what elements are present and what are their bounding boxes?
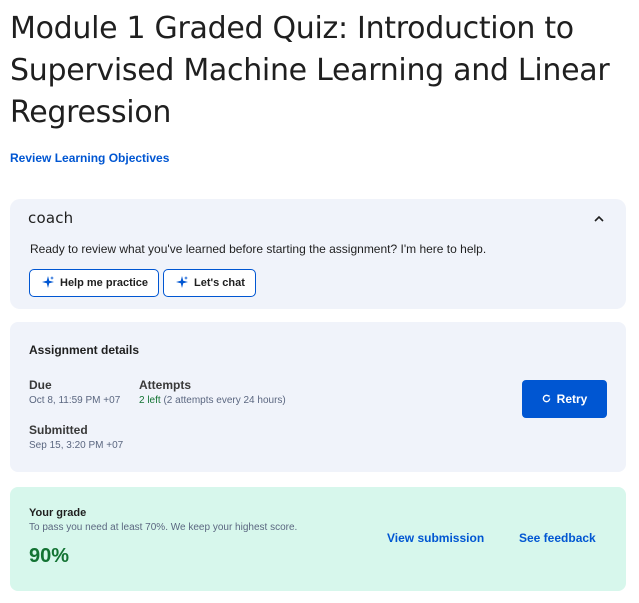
retry-button[interactable]: Retry <box>522 380 607 418</box>
coach-message: Ready to review what you've learned befo… <box>30 242 487 256</box>
help-me-practice-button[interactable]: Help me practice <box>29 269 160 297</box>
see-feedback-link[interactable]: See feedback <box>519 531 596 545</box>
view-submission-link[interactable]: View submission <box>387 531 484 545</box>
retry-label: Retry <box>556 392 588 406</box>
attempts-left: 2 left <box>139 395 161 406</box>
grade-pass-note: To pass you need at least 70%. We keep y… <box>29 522 298 533</box>
due-value: Oct 8, 11:59 PM +07 <box>29 395 121 406</box>
lets-chat-button[interactable]: Let's chat <box>163 269 256 297</box>
page-title: Module 1 Graded Quiz: Introduction to Su… <box>10 11 610 130</box>
submitted-value: Sep 15, 3:20 PM +07 <box>29 440 124 451</box>
lets-chat-label: Let's chat <box>194 277 245 289</box>
review-learning-objectives-link[interactable]: Review Learning Objectives <box>10 151 169 165</box>
attempts-info: 2 left (2 attempts every 24 hours) <box>139 395 286 406</box>
grade-value: 90% <box>29 545 70 567</box>
help-me-practice-label: Help me practice <box>60 277 149 289</box>
assignment-details-heading: Assignment details <box>29 343 140 357</box>
attempts-label: Attempts <box>139 378 192 392</box>
coach-panel: coach Ready to review what you've learne… <box>10 199 626 309</box>
refresh-icon <box>542 392 551 406</box>
attempts-note: (2 attempts every 24 hours) <box>163 395 286 406</box>
sparkle-icon <box>42 275 54 291</box>
chevron-up-icon[interactable] <box>592 211 606 225</box>
sparkle-icon <box>176 275 188 291</box>
submitted-label: Submitted <box>29 423 88 437</box>
grade-heading: Your grade <box>29 507 87 519</box>
due-label: Due <box>29 378 52 392</box>
assignment-details-panel: Assignment details Due Oct 8, 11:59 PM +… <box>10 322 626 472</box>
coach-logo: coach <box>28 209 74 227</box>
grade-panel: Your grade To pass you need at least 70%… <box>10 487 626 591</box>
